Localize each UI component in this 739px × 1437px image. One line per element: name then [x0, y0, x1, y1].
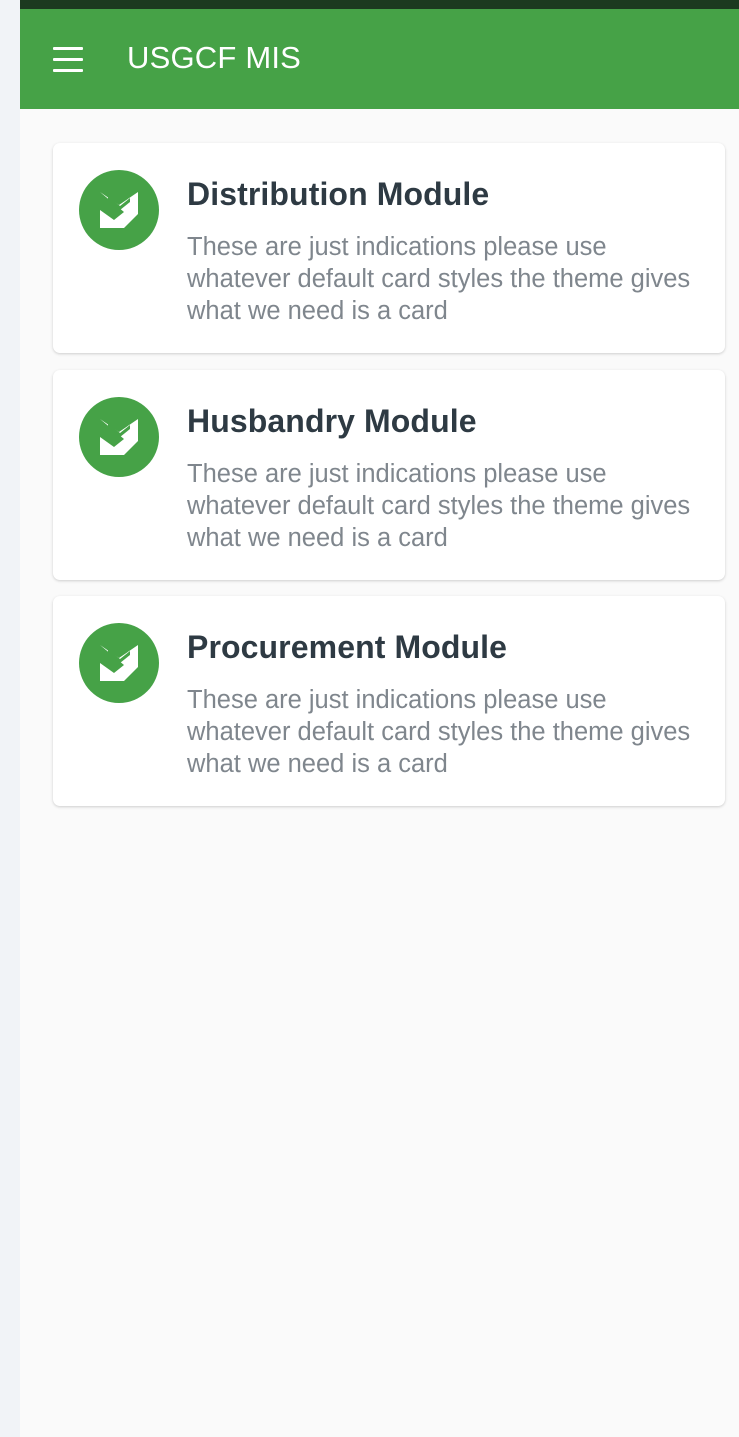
module-logo-icon — [79, 397, 159, 477]
app-screen: USGCF MIS Distribution Module These are … — [20, 9, 739, 1437]
menu-button[interactable] — [48, 41, 88, 81]
module-logo-icon — [79, 170, 159, 250]
procurement-module-card[interactable]: Procurement Module These are just indica… — [53, 596, 725, 806]
card-title: Procurement Module — [187, 629, 508, 665]
card-title: Husbandry Module — [187, 403, 477, 439]
module-logo-glyph — [100, 192, 138, 228]
card-description: These are just indications please use wh… — [187, 233, 691, 325]
distribution-module-card[interactable]: Distribution Module These are just indic… — [53, 143, 725, 353]
module-logo-glyph — [100, 645, 138, 681]
module-logo-icon — [79, 623, 159, 703]
card-description: These are just indications please use wh… — [187, 686, 691, 778]
app-bar: USGCF MIS — [20, 9, 739, 109]
card-title: Distribution Module — [187, 176, 490, 212]
husbandry-module-card[interactable]: Husbandry Module These are just indicati… — [53, 370, 725, 580]
app-title: USGCF MIS — [127, 40, 302, 75]
card-description: These are just indications please use wh… — [187, 460, 691, 552]
module-logo-glyph — [100, 419, 138, 455]
status-bar-strip — [20, 0, 739, 9]
